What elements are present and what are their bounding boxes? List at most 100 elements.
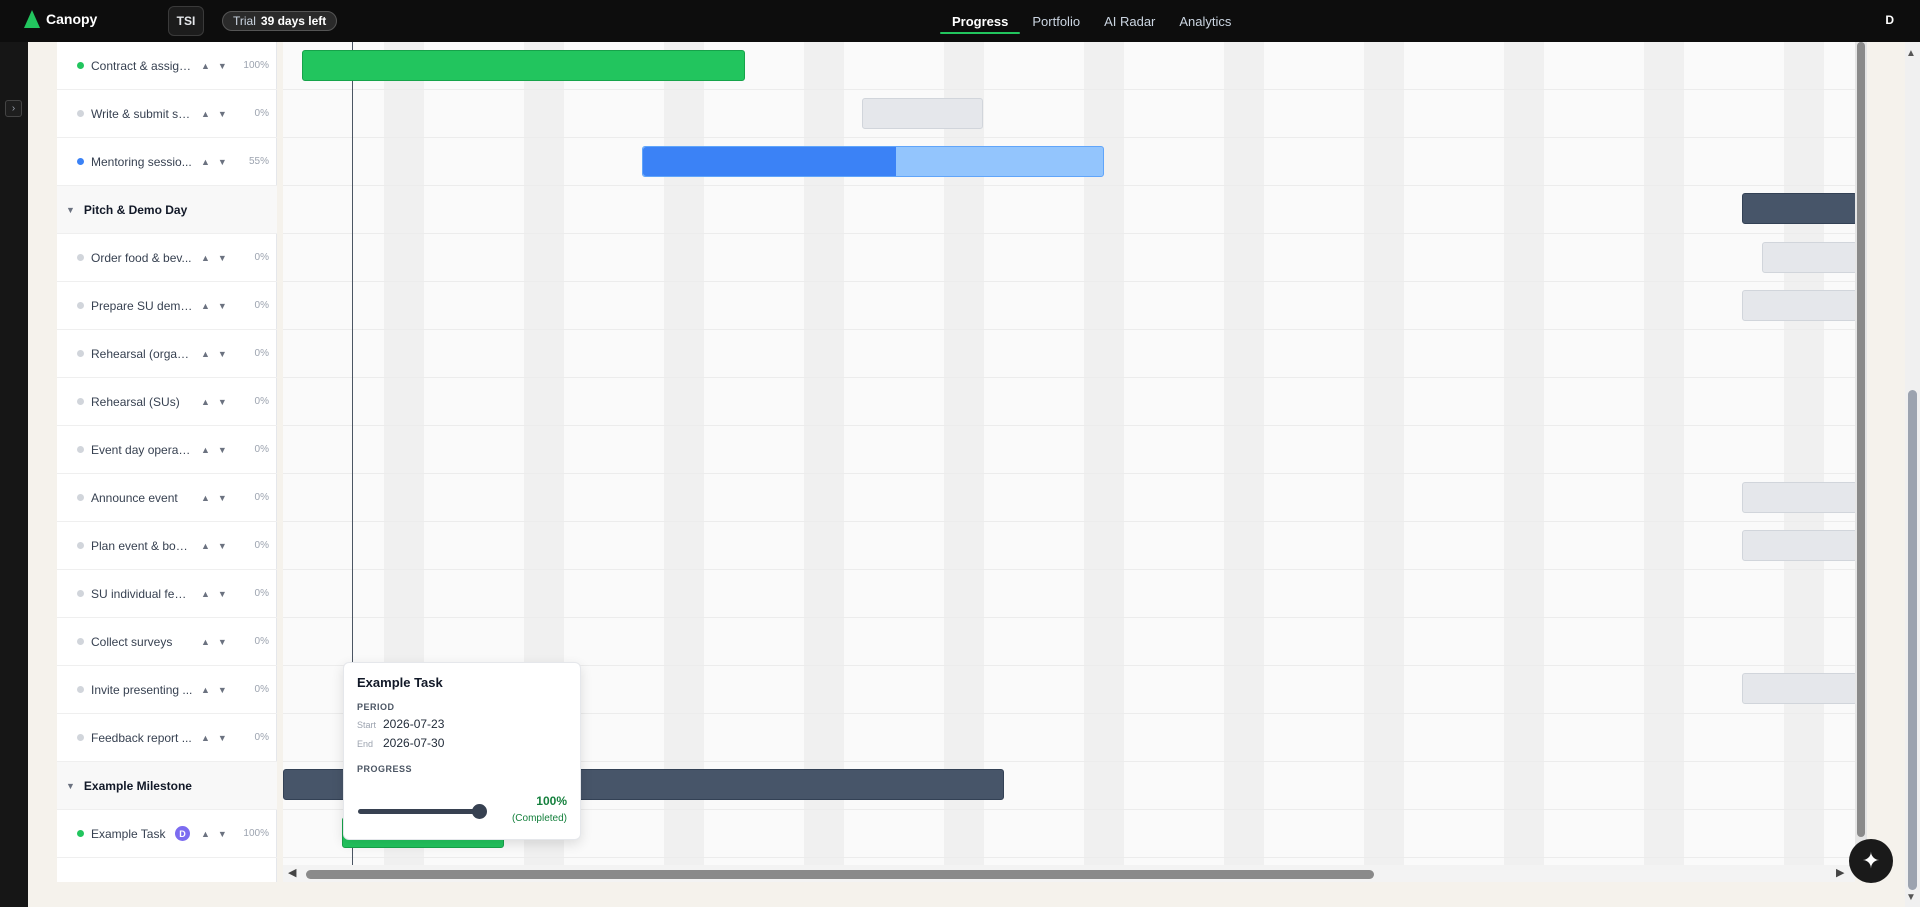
progress-slider[interactable] xyxy=(358,809,480,814)
task-bar[interactable] xyxy=(1742,482,1855,513)
task-row[interactable]: Mentoring sessio... ▲ ▼ 55% xyxy=(57,138,277,186)
milestone-row[interactable]: ▼ Example Milestone xyxy=(57,762,277,810)
move-up-icon[interactable]: ▲ xyxy=(201,541,210,551)
app-logo[interactable]: Canopy xyxy=(24,10,97,28)
move-down-icon[interactable]: ▼ xyxy=(218,61,227,71)
collapse-chevron-icon[interactable]: ▼ xyxy=(66,781,75,791)
move-down-icon[interactable]: ▼ xyxy=(218,733,227,743)
move-down-icon[interactable]: ▼ xyxy=(218,493,227,503)
task-row[interactable]: Contract & assign... ▲ ▼ 100% xyxy=(57,42,277,90)
move-up-icon[interactable]: ▲ xyxy=(201,157,210,167)
workspace-switcher[interactable]: TSI xyxy=(168,6,204,36)
task-bar[interactable] xyxy=(1742,673,1855,704)
move-down-icon[interactable]: ▼ xyxy=(218,397,227,407)
move-up-icon[interactable]: ▲ xyxy=(201,301,210,311)
scroll-left-arrow-icon[interactable]: ◀ xyxy=(288,866,296,879)
tab-progress[interactable]: Progress xyxy=(940,0,1021,42)
milestone-row[interactable]: ▼ Pitch & Demo Day xyxy=(57,186,277,234)
progress-slider-handle[interactable] xyxy=(472,804,487,819)
task-name[interactable]: Rehearsal (organi... xyxy=(91,347,193,361)
task-name[interactable]: Rehearsal (SUs) xyxy=(91,395,193,409)
task-name[interactable]: SU individual feed... xyxy=(91,587,193,601)
scroll-right-arrow-icon[interactable]: ▶ xyxy=(1836,866,1844,879)
task-name[interactable]: Announce event xyxy=(91,491,193,505)
move-up-icon[interactable]: ▲ xyxy=(201,685,210,695)
tab-ai-radar[interactable]: AI Radar xyxy=(1092,0,1167,42)
tab-portfolio[interactable]: Portfolio xyxy=(1020,0,1092,42)
task-row[interactable]: Rehearsal (organi... ▲ ▼ 0% xyxy=(57,330,277,378)
move-up-icon[interactable]: ▲ xyxy=(201,589,210,599)
assignee-avatar[interactable]: D xyxy=(175,826,190,841)
task-bar[interactable] xyxy=(302,50,745,81)
move-down-icon[interactable]: ▼ xyxy=(218,685,227,695)
move-down-icon[interactable]: ▼ xyxy=(218,445,227,455)
move-up-icon[interactable]: ▲ xyxy=(201,61,210,71)
move-up-icon[interactable]: ▲ xyxy=(201,829,210,839)
task-row[interactable]: Plan event & book... ▲ ▼ 0% xyxy=(57,522,277,570)
task-row[interactable]: Announce event ▲ ▼ 0% xyxy=(57,474,277,522)
move-up-icon[interactable]: ▲ xyxy=(201,493,210,503)
collapse-chevron-icon[interactable]: ▼ xyxy=(66,205,75,215)
task-name[interactable]: Invite presenting ... xyxy=(91,683,193,697)
task-progress: 0% xyxy=(254,732,269,743)
move-down-icon[interactable]: ▼ xyxy=(218,541,227,551)
move-down-icon[interactable]: ▼ xyxy=(218,637,227,647)
task-row[interactable]: Rehearsal (SUs) ▲ ▼ 0% xyxy=(57,378,277,426)
task-row[interactable]: Collect surveys ▲ ▼ 0% xyxy=(57,618,277,666)
move-down-icon[interactable]: ▼ xyxy=(218,829,227,839)
task-row[interactable]: Invite presenting ... ▲ ▼ 0% xyxy=(57,666,277,714)
group-bar[interactable] xyxy=(1742,193,1855,224)
task-name[interactable]: Example Task xyxy=(91,827,175,841)
row-gridline xyxy=(283,521,1855,522)
move-down-icon[interactable]: ▼ xyxy=(218,589,227,599)
user-avatar[interactable]: D xyxy=(1885,13,1894,27)
task-name[interactable]: Event day operati... xyxy=(91,443,193,457)
page-vertical-scroll-thumb[interactable] xyxy=(1908,390,1917,890)
move-down-icon[interactable]: ▼ xyxy=(218,349,227,359)
gantt-vertical-scroll-thumb[interactable] xyxy=(1857,42,1865,837)
move-down-icon[interactable]: ▼ xyxy=(218,301,227,311)
task-row[interactable]: Feedback report ... ▲ ▼ 0% xyxy=(57,714,277,762)
task-name[interactable]: Mentoring sessio... xyxy=(91,155,193,169)
move-up-icon[interactable]: ▲ xyxy=(201,397,210,407)
tab-analytics[interactable]: Analytics xyxy=(1167,0,1243,42)
move-down-icon[interactable]: ▼ xyxy=(218,157,227,167)
move-up-icon[interactable]: ▲ xyxy=(201,253,210,263)
scroll-up-arrow-icon[interactable]: ▲ xyxy=(1906,48,1916,59)
task-bar[interactable] xyxy=(862,98,983,129)
task-row[interactable]: Event day operati... ▲ ▼ 0% xyxy=(57,426,277,474)
task-progress: 0% xyxy=(254,588,269,599)
task-row[interactable]: SU individual feed... ▲ ▼ 0% xyxy=(57,570,277,618)
task-name[interactable]: Contract & assign... xyxy=(91,59,193,73)
row-gridline xyxy=(283,377,1855,378)
status-dot xyxy=(77,350,84,357)
status-dot xyxy=(77,494,84,501)
task-row[interactable]: Order food & bev... ▲ ▼ 0% xyxy=(57,234,277,282)
move-down-icon[interactable]: ▼ xyxy=(218,253,227,263)
status-dot xyxy=(77,638,84,645)
task-row[interactable]: Prepare SU demo... ▲ ▼ 0% xyxy=(57,282,277,330)
sidebar-toggle-button[interactable]: › xyxy=(5,100,22,117)
side-rail: › xyxy=(0,42,28,907)
move-up-icon[interactable]: ▲ xyxy=(201,109,210,119)
task-name[interactable]: Feedback report ... xyxy=(91,731,193,745)
task-name[interactable]: Collect surveys xyxy=(91,635,193,649)
gantt-horizontal-scroll-thumb[interactable] xyxy=(306,870,1374,879)
scroll-down-arrow-icon[interactable]: ▼ xyxy=(1906,892,1916,903)
move-up-icon[interactable]: ▲ xyxy=(201,733,210,743)
trial-badge[interactable]: Trial 39 days left xyxy=(222,11,338,31)
task-bar[interactable] xyxy=(1742,290,1855,321)
task-name[interactable]: Plan event & book... xyxy=(91,539,193,553)
move-up-icon[interactable]: ▲ xyxy=(201,349,210,359)
move-up-icon[interactable]: ▲ xyxy=(201,445,210,455)
task-bar[interactable] xyxy=(1742,530,1855,561)
move-up-icon[interactable]: ▲ xyxy=(201,637,210,647)
task-name[interactable]: Write & submit se... xyxy=(91,107,193,121)
task-row[interactable]: Write & submit se... ▲ ▼ 0% xyxy=(57,90,277,138)
task-bar[interactable] xyxy=(1762,242,1855,273)
ai-assistant-button[interactable]: ✦ xyxy=(1849,839,1893,883)
task-name[interactable]: Order food & bev... xyxy=(91,251,193,265)
move-down-icon[interactable]: ▼ xyxy=(218,109,227,119)
task-row[interactable]: Example Task D ▲ ▼ 100% xyxy=(57,810,277,858)
task-name[interactable]: Prepare SU demo... xyxy=(91,299,193,313)
